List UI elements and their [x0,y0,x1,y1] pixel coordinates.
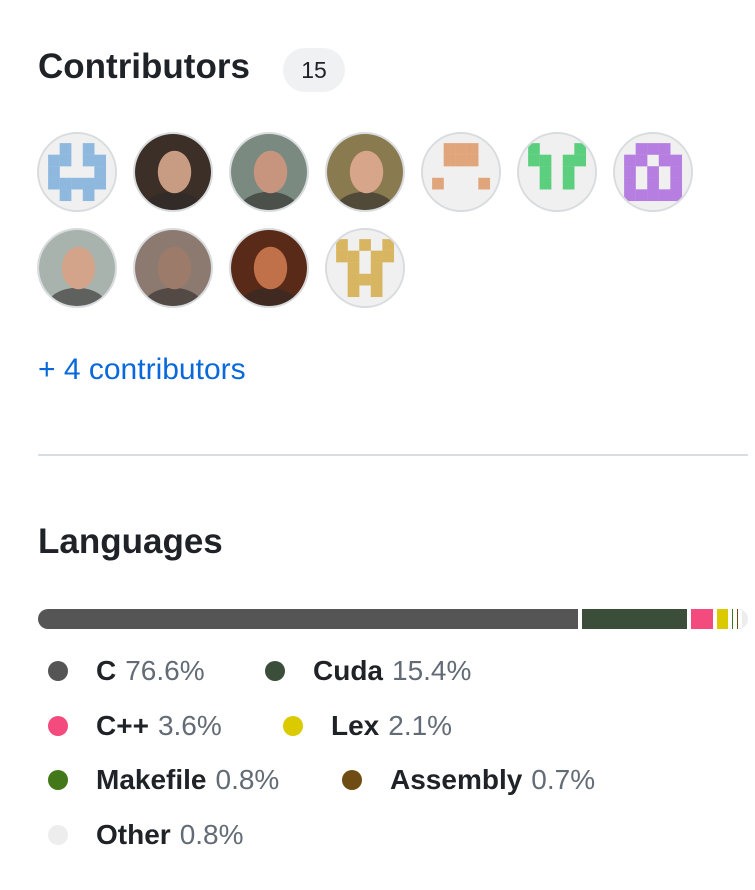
contributor-avatar[interactable] [325,228,405,308]
contributor-avatar[interactable] [37,132,117,212]
contributor-avatar[interactable] [133,228,213,308]
language-name: C++ [96,710,149,741]
language-item-cplusplus[interactable]: C++ 3.6% [48,709,222,743]
languages-progress-bar [38,609,748,629]
language-bar-segment [38,609,582,629]
language-item-cuda[interactable]: Cuda 15.4% [265,654,471,688]
language-percent: 0.8% [215,764,280,795]
language-item-makefile[interactable]: Makefile 0.8% [48,763,279,797]
language-name: Assembly [390,764,523,795]
contributor-avatar[interactable] [613,132,693,212]
languages-heading: Languages [38,522,223,561]
language-bar-segment [716,609,732,629]
contributor-avatar[interactable] [37,228,117,308]
contributor-avatar[interactable] [517,132,597,212]
contributor-avatar[interactable] [229,132,309,212]
language-bar-segment [742,609,748,629]
language-color-dot [48,770,68,790]
language-name: Other [96,819,171,850]
language-color-dot [48,716,68,736]
language-name: Makefile [96,764,207,795]
language-name: Lex [331,710,380,741]
language-color-dot [48,661,68,681]
language-percent: 76.6% [125,655,205,686]
language-percent: 3.6% [157,710,222,741]
language-bar-segment [691,609,717,629]
contributor-avatar[interactable] [229,228,309,308]
language-color-dot [48,825,68,845]
language-item-c[interactable]: C 76.6% [48,654,205,688]
contributor-avatar[interactable] [133,132,213,212]
language-item-assembly[interactable]: Assembly 0.7% [342,763,595,797]
contributors-count-badge: 15 [283,48,345,92]
language-color-dot [342,770,362,790]
language-color-dot [283,716,303,736]
more-contributors-link[interactable]: + 4 contributors [38,352,246,388]
language-percent: 15.4% [392,655,472,686]
language-name: Cuda [313,655,383,686]
language-color-dot [265,661,285,681]
language-item-lex[interactable]: Lex 2.1% [283,709,452,743]
language-percent: 2.1% [388,710,453,741]
contributors-heading: Contributors [38,47,250,86]
language-bar-segment [581,609,692,629]
contributor-avatar[interactable] [421,132,501,212]
language-percent: 0.8% [179,819,244,850]
section-divider [38,454,748,456]
language-item-other[interactable]: Other 0.8% [48,818,244,852]
language-percent: 0.7% [531,764,596,795]
contributor-avatar[interactable] [325,132,405,212]
language-name: C [96,655,117,686]
